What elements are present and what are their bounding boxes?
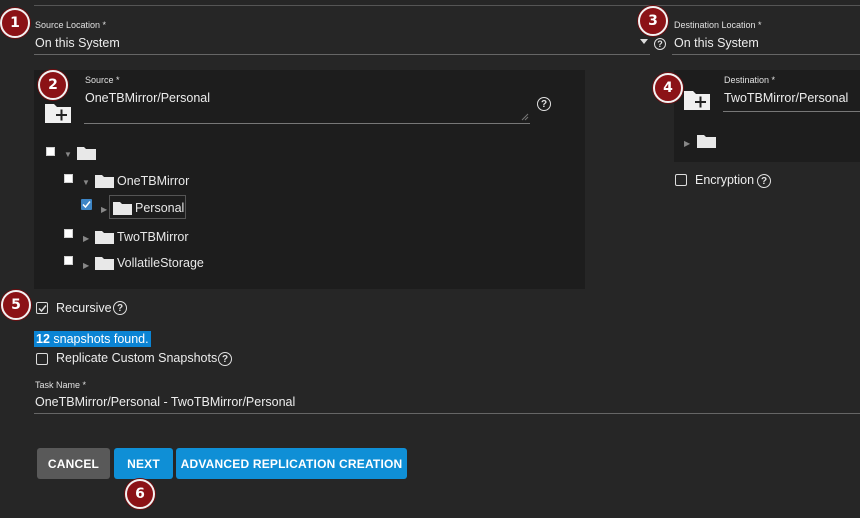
encryption-checkbox[interactable] <box>675 174 687 186</box>
snapshot-count-label: snapshots found. <box>53 332 149 346</box>
collapse-arrow-icon[interactable]: ▶ <box>101 205 107 214</box>
encryption-help-icon[interactable]: ? <box>757 174 771 188</box>
source-help-icon[interactable]: ? <box>537 97 551 111</box>
encryption-label: Encryption <box>695 173 755 187</box>
source-input-underline <box>84 123 530 124</box>
expand-arrow-icon[interactable]: ▼ <box>64 150 72 159</box>
snapshot-count: 12 <box>36 332 50 346</box>
collapse-arrow-icon[interactable]: ▶ <box>684 139 690 148</box>
folder-icon <box>77 147 96 160</box>
replicate-custom-checkbox[interactable] <box>36 353 48 365</box>
tree-root-checkbox[interactable] <box>46 147 55 156</box>
recursive-help-icon[interactable]: ? <box>113 301 127 315</box>
task-name-input[interactable]: OneTBMirror/Personal - TwoTBMirror/Perso… <box>35 395 295 409</box>
tree-item-twotbmirror[interactable]: TwoTBMirror <box>117 230 189 244</box>
cancel-button[interactable]: CANCEL <box>37 448 110 479</box>
step-badge-2: 2 <box>38 70 68 100</box>
destination-location-select[interactable]: On this System <box>674 36 759 50</box>
task-name-underline <box>34 413 860 414</box>
tree-item-checkbox[interactable] <box>64 256 73 265</box>
task-name-label: Task Name * <box>35 380 87 390</box>
expand-arrow-icon[interactable]: ▼ <box>82 178 90 187</box>
destination-location-label: Destination Location * <box>674 20 762 30</box>
dropdown-arrow-icon[interactable] <box>640 39 648 44</box>
folder-icon <box>113 202 132 215</box>
add-folder-icon[interactable] <box>683 88 711 111</box>
add-folder-icon[interactable] <box>44 101 72 124</box>
collapse-arrow-icon[interactable]: ▶ <box>83 234 89 243</box>
tree-item-personal[interactable]: Personal <box>135 201 184 215</box>
source-location-select[interactable]: On this System <box>35 36 120 50</box>
source-label: Source * <box>85 75 120 85</box>
step-badge-3: 3 <box>638 6 668 36</box>
tree-item-checkbox[interactable] <box>64 174 73 183</box>
step-badge-1: 1 <box>0 8 30 38</box>
destination-location-underline <box>672 54 860 55</box>
source-input[interactable]: OneTBMirror/Personal <box>85 91 210 105</box>
tree-item-checkbox-checked[interactable] <box>81 199 92 210</box>
advanced-replication-button[interactable]: ADVANCED REPLICATION CREATION <box>176 448 407 479</box>
folder-icon <box>95 257 114 270</box>
destination-location-help-icon[interactable]: ? <box>654 38 666 50</box>
step-badge-4: 4 <box>653 73 683 103</box>
folder-icon <box>95 231 114 244</box>
collapse-arrow-icon[interactable]: ▶ <box>83 261 89 270</box>
source-location-underline <box>34 54 650 55</box>
top-divider <box>34 5 860 6</box>
recursive-label: Recursive <box>56 301 112 315</box>
folder-icon <box>95 175 114 188</box>
recursive-checkbox[interactable] <box>36 302 48 314</box>
resize-handle-icon[interactable] <box>521 113 529 121</box>
destination-input-underline <box>723 111 860 112</box>
tree-item-vollatilestorage[interactable]: VollatileStorage <box>117 256 204 270</box>
tree-item-checkbox[interactable] <box>64 229 73 238</box>
folder-icon <box>697 135 716 148</box>
tree-item-onetbmirror[interactable]: OneTBMirror <box>117 174 189 188</box>
destination-input[interactable]: TwoTBMirror/Personal <box>724 91 848 105</box>
step-badge-5: 5 <box>1 290 31 320</box>
replicate-custom-label: Replicate Custom Snapshots <box>56 351 218 365</box>
destination-label: Destination * <box>724 75 776 85</box>
replicate-custom-help-icon[interactable]: ? <box>218 352 232 366</box>
step-badge-6: 6 <box>125 479 155 509</box>
source-location-label: Source Location * <box>35 20 107 30</box>
next-button[interactable]: NEXT <box>114 448 173 479</box>
snapshots-found-text: 12 snapshots found. <box>34 331 151 347</box>
